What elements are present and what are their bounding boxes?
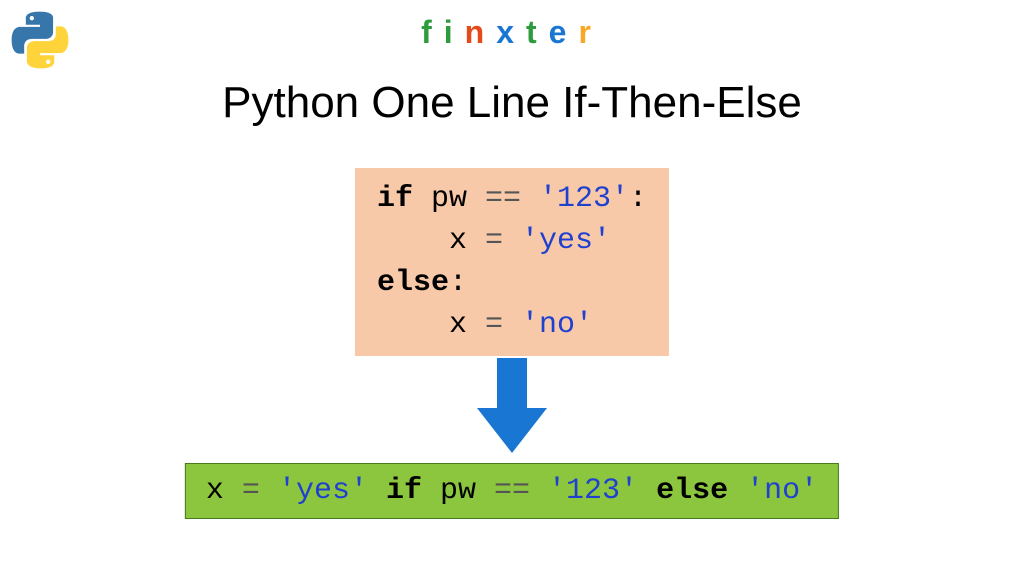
arrow-down-icon xyxy=(477,358,547,458)
code-text xyxy=(521,182,539,216)
string-literal: 'no' xyxy=(521,308,593,342)
brand-letter: r xyxy=(578,14,602,51)
brand-logo: finxter xyxy=(421,14,603,51)
assign-op: = xyxy=(485,308,503,342)
brand-letter: x xyxy=(496,14,526,51)
string-literal: '123' xyxy=(539,182,629,216)
code-text: x xyxy=(377,224,485,258)
code-text xyxy=(503,224,521,258)
brand-letter: e xyxy=(549,14,579,51)
assign-op: = xyxy=(242,474,260,508)
keyword-else: else xyxy=(656,474,728,508)
python-logo-icon xyxy=(10,10,70,70)
code-text: pw xyxy=(422,474,494,508)
assign-op: = xyxy=(485,224,503,258)
page-title: Python One Line If-Then-Else xyxy=(222,78,802,128)
code-text xyxy=(530,474,548,508)
code-text: x xyxy=(377,308,485,342)
oneline-code-block: x = 'yes' if pw == '123' else 'no' xyxy=(185,463,839,519)
keyword-if: if xyxy=(386,474,422,508)
brand-letter: i xyxy=(444,14,465,51)
code-text xyxy=(368,474,386,508)
keyword-if: if xyxy=(377,182,413,216)
multiline-code-block: if pw == '123': x = 'yes' else: x = 'no' xyxy=(355,168,669,356)
keyword-else: else xyxy=(377,266,449,300)
code-text xyxy=(503,308,521,342)
code-text xyxy=(728,474,746,508)
code-text xyxy=(638,474,656,508)
code-text: pw xyxy=(413,182,485,216)
code-text: x xyxy=(206,474,242,508)
string-literal: 'yes' xyxy=(521,224,611,258)
brand-letter: f xyxy=(421,14,444,51)
code-text xyxy=(260,474,278,508)
brand-letter: n xyxy=(465,14,497,51)
operator-eq: == xyxy=(494,474,530,508)
colon: : xyxy=(629,182,647,216)
string-literal: 'no' xyxy=(746,474,818,508)
brand-letter: t xyxy=(526,14,549,51)
operator-eq: == xyxy=(485,182,521,216)
string-literal: 'yes' xyxy=(278,474,368,508)
colon: : xyxy=(449,266,467,300)
string-literal: '123' xyxy=(548,474,638,508)
